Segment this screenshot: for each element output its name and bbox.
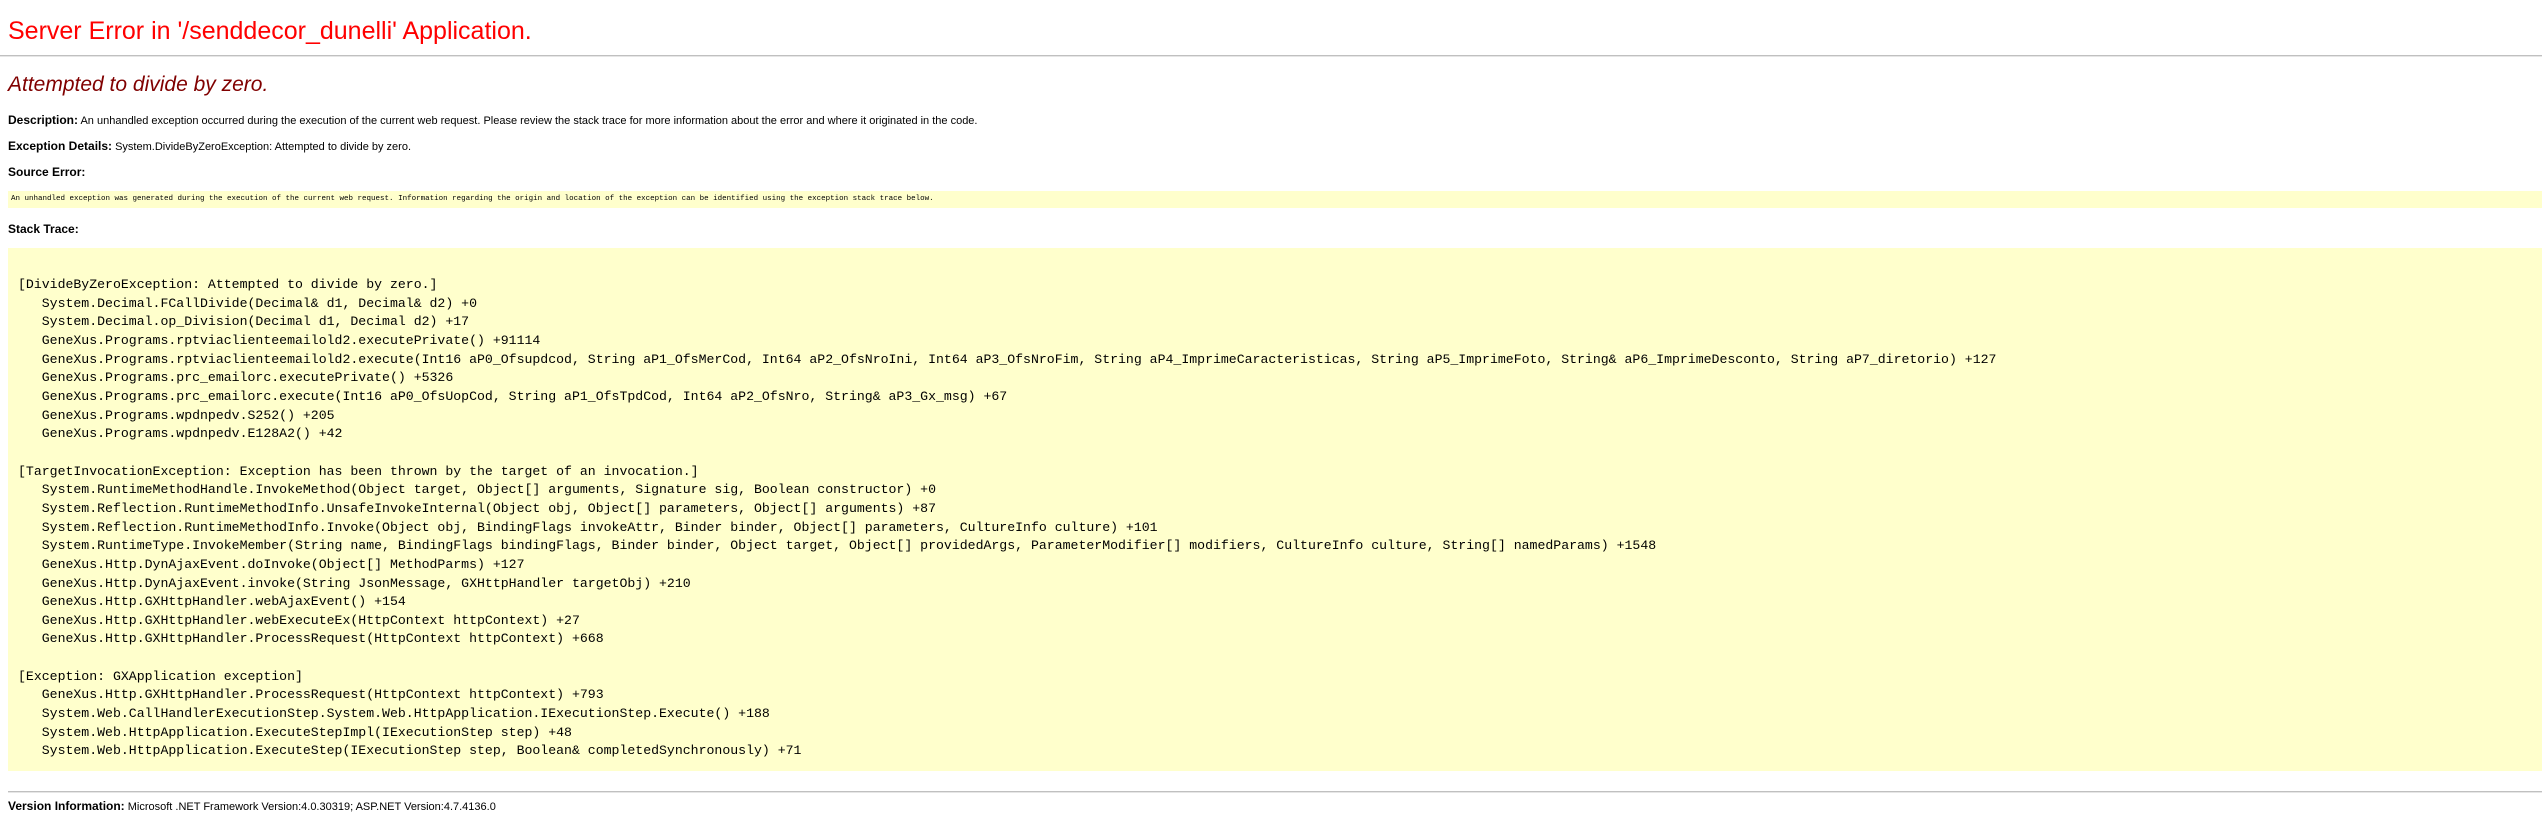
stack-trace-line: GeneXus.Http.DynAjaxEvent.invoke(String … <box>18 575 691 591</box>
stack-trace-line: GeneXus.Http.GXHttpHandler.ProcessReques… <box>18 687 604 703</box>
version-info-line: Version Information: Microsoft .NET Fram… <box>8 798 496 815</box>
stack-trace-line: [DivideByZeroException: Attempted to div… <box>18 277 438 292</box>
stack-trace-line: System.Reflection.RuntimeMethodInfo.Invo… <box>18 519 1158 535</box>
source-error-box: An unhandled exception was generated dur… <box>8 191 2542 208</box>
stack-trace-line: GeneXus.Programs.rptviaclienteemailold2.… <box>18 351 1997 367</box>
exception-details-label: Exception Details: <box>8 139 113 153</box>
version-info-label: Version Information: <box>8 799 125 813</box>
stack-trace-line: GeneXus.Programs.prc_emailorc.executePri… <box>18 370 454 386</box>
stack-trace-line <box>18 444 1996 463</box>
error-message-heading: Attempted to divide by zero. <box>8 73 269 96</box>
stack-trace-line: GeneXus.Http.GXHttpHandler.ProcessReques… <box>18 631 604 647</box>
stack-trace-line <box>18 649 1996 668</box>
stack-trace-line: System.Decimal.op_Division(Decimal d1, D… <box>18 314 470 330</box>
stack-trace-box: [DivideByZeroException: Attempted to div… <box>8 248 2542 771</box>
stack-trace-line: System.Web.HttpApplication.ExecuteStep(I… <box>18 743 802 759</box>
stack-trace-line: System.Decimal.FCallDivide(Decimal& d1, … <box>18 295 477 311</box>
stack-trace-line: [Exception: GXApplication exception] <box>18 668 303 684</box>
description-line: Description: An unhandled exception occu… <box>8 112 978 129</box>
exception-details-text: System.DivideByZeroException: Attempted … <box>112 141 412 153</box>
stack-trace-line: GeneXus.Http.DynAjaxEvent.doInvoke(Objec… <box>18 556 525 572</box>
stack-trace-line: System.Web.CallHandlerExecutionStep.Syst… <box>18 706 770 722</box>
stack-trace-line: System.Reflection.RuntimeMethodInfo.Unsa… <box>18 500 936 516</box>
source-error-label: Source Error: <box>8 165 86 179</box>
exception-details-line: Exception Details: System.DivideByZeroEx… <box>8 138 411 155</box>
source-error-text: An unhandled exception was generated dur… <box>11 195 934 203</box>
stack-trace-line: [TargetInvocationException: Exception ha… <box>18 463 699 479</box>
version-divider <box>8 791 2542 793</box>
stack-trace-line: System.RuntimeType.InvokeMember(String n… <box>18 538 1657 554</box>
error-page: Server Error in '/senddecor_dunelli' App… <box>0 0 2542 822</box>
stack-trace-label: Stack Trace: <box>8 222 79 236</box>
stack-trace-line: GeneXus.Programs.wpdnpedv.E128A2() +42 <box>18 426 343 442</box>
stack-trace-line: System.Web.HttpApplication.ExecuteStepIm… <box>18 724 572 740</box>
stack-trace-line: GeneXus.Http.GXHttpHandler.webExecuteEx(… <box>18 612 580 628</box>
stack-trace-line: GeneXus.Http.GXHttpHandler.webAjaxEvent(… <box>18 594 406 610</box>
stack-trace-line: System.RuntimeMethodHandle.InvokeMethod(… <box>18 482 936 498</box>
stack-trace-lines: [DivideByZeroException: Attempted to div… <box>18 276 1996 761</box>
title-divider <box>0 55 2542 57</box>
page-title: Server Error in '/senddecor_dunelli' App… <box>8 17 532 45</box>
stack-trace-line: GeneXus.Programs.rptviaclienteemailold2.… <box>18 332 541 348</box>
stack-trace-line: GeneXus.Programs.prc_emailorc.execute(In… <box>18 388 1008 404</box>
version-info-text: Microsoft .NET Framework Version:4.0.303… <box>124 801 496 813</box>
description-label: Description: <box>8 113 79 127</box>
stack-trace-line: GeneXus.Programs.wpdnpedv.S252() +205 <box>18 407 335 423</box>
description-text: An unhandled exception occurred during t… <box>78 115 978 127</box>
